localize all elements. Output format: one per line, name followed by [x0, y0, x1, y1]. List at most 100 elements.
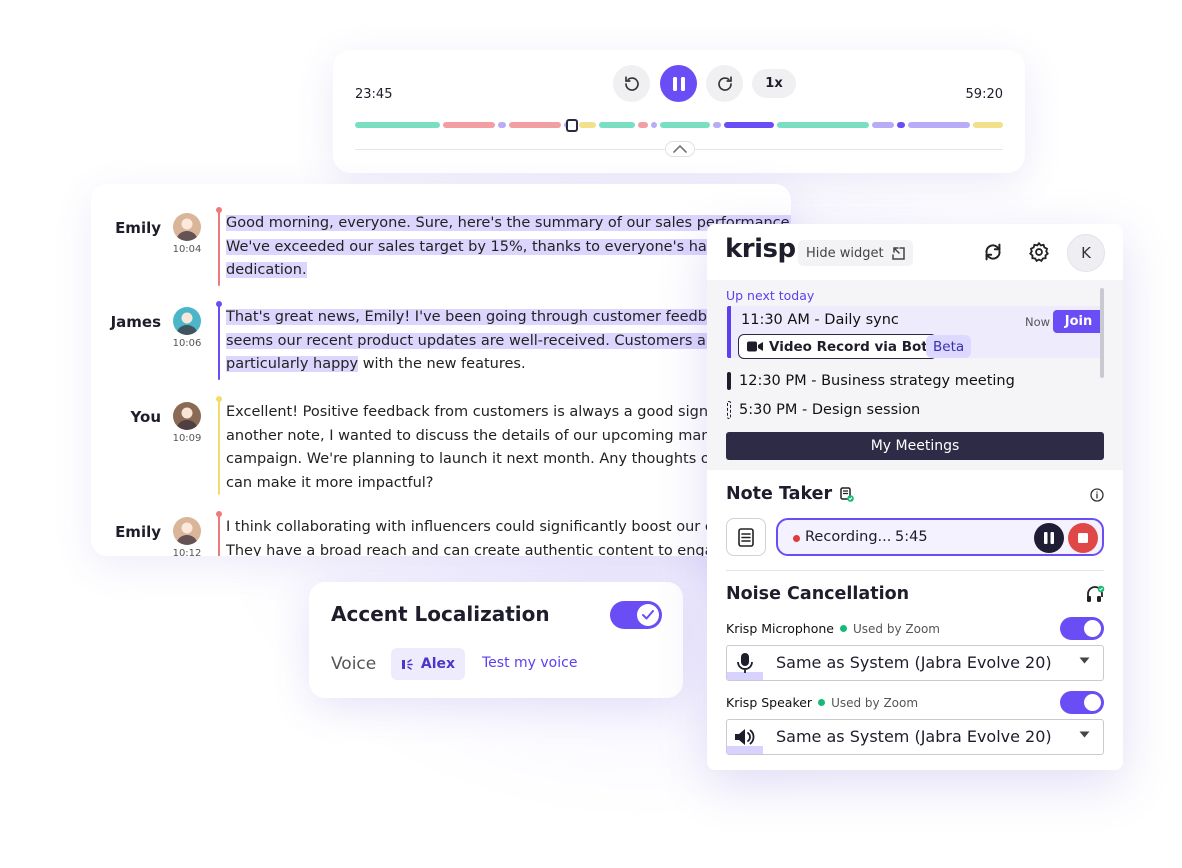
krisp-widget: krisp Hide widget K Up next today 11:30 …: [707, 224, 1123, 770]
forward-button[interactable]: [706, 65, 743, 102]
timeline-segment[interactable]: [651, 122, 657, 128]
toggle-knob: [637, 604, 659, 626]
info-button[interactable]: [1090, 487, 1104, 506]
accent-toggle[interactable]: [610, 601, 662, 629]
info-icon: [1090, 488, 1104, 502]
sync-button[interactable]: [980, 239, 1006, 265]
speaker-avatar: [173, 517, 201, 545]
meeting-marker-tentative: [727, 401, 731, 419]
speaker-toggle[interactable]: [1060, 691, 1104, 714]
video-camera-icon: [747, 341, 763, 352]
total-time: 59:20: [965, 87, 1003, 102]
my-meetings-button[interactable]: My Meetings: [726, 432, 1104, 460]
timeline-segment[interactable]: [443, 122, 495, 128]
toggle-knob: [1084, 620, 1101, 637]
line-text: can make it more impactful?: [226, 474, 434, 491]
voice-selector[interactable]: Alex: [391, 648, 465, 680]
transcript-text[interactable]: I think collaborating with influencers c…: [226, 516, 786, 556]
timeline-segment[interactable]: [973, 122, 1003, 128]
chevron-down-icon: [1079, 731, 1090, 738]
speaker-avatar: [173, 213, 201, 241]
gear-icon: [1029, 241, 1049, 263]
highlighted-text: particularly happy: [226, 356, 359, 372]
transcript-line: particularly happy with the new features…: [226, 353, 786, 377]
note-taker-header: Note Taker: [726, 484, 854, 504]
accent-title: Accent Localization: [331, 602, 550, 626]
rewind-button[interactable]: [613, 65, 650, 102]
mic-device-select[interactable]: Same as System (Jabra Evolve 20): [726, 645, 1104, 681]
timeline-segment[interactable]: [660, 122, 710, 128]
speaker-name: Emily: [115, 219, 161, 237]
speaker-device-value: Same as System (Jabra Evolve 20): [776, 727, 1052, 746]
now-label: Now: [1025, 315, 1051, 329]
bot-label: Video Record via Bot: [769, 338, 928, 355]
transcript-line: can make it more impactful?: [226, 472, 786, 496]
open-notes-button[interactable]: [726, 518, 766, 556]
current-meeting-title: 11:30 AM - Daily sync: [741, 312, 899, 328]
speaker-device-select[interactable]: Same as System (Jabra Evolve 20): [726, 719, 1104, 755]
meeting-marker: [727, 372, 731, 390]
mic-toggle[interactable]: [1060, 617, 1104, 640]
noise-cancellation-title: Noise Cancellation: [726, 584, 910, 604]
test-voice-link[interactable]: Test my voice: [482, 655, 577, 671]
video-record-bot-button[interactable]: Video Record via Bot: [738, 334, 937, 359]
check-icon: [642, 610, 654, 620]
hide-widget-label: Hide widget: [806, 245, 884, 261]
voice-label: Voice: [331, 654, 377, 674]
transcript-text[interactable]: Excellent! Positive feedback from custom…: [226, 401, 786, 495]
mic-used-by: Used by Zoom: [853, 621, 940, 636]
timeline-segment[interactable]: [897, 122, 905, 128]
collapse-button[interactable]: [665, 141, 695, 157]
pause-recording-button[interactable]: [1034, 523, 1064, 553]
timeline-scrubber[interactable]: [566, 119, 578, 132]
pause-button[interactable]: [660, 65, 697, 102]
stop-recording-button[interactable]: [1068, 523, 1098, 553]
timeline-segment[interactable]: [777, 122, 869, 128]
join-button[interactable]: Join: [1053, 310, 1104, 333]
timestamp: 10:04: [172, 244, 202, 255]
timeline-segment[interactable]: [908, 122, 970, 128]
stop-icon: [1078, 533, 1088, 543]
person-icon: [176, 312, 198, 335]
accent-localization-card: Accent Localization Voice Alex Test my v…: [309, 582, 683, 698]
person-icon: [176, 407, 198, 430]
timeline-segment[interactable]: [355, 122, 440, 128]
transcript-panel: Emily 10:04 Good morning, everyone. Sure, …: [91, 184, 791, 556]
meeting-item[interactable]: 12:30 PM - Business strategy meeting: [727, 372, 1015, 390]
krisp-logo: krisp: [725, 234, 796, 264]
hide-widget-button[interactable]: Hide widget: [798, 240, 913, 266]
speaker-marker-line: [218, 514, 220, 556]
transcript-text[interactable]: Good morning, everyone. Sure, here's the…: [226, 212, 791, 283]
transcript-line: That's great news, Emily! I've been goin…: [226, 306, 786, 330]
timeline-segment[interactable]: [713, 122, 721, 128]
playback-speed-button[interactable]: 1x: [752, 69, 796, 98]
user-avatar[interactable]: K: [1067, 234, 1105, 272]
toggle-knob: [1084, 694, 1101, 711]
mic-label: Krisp Microphone: [726, 621, 834, 636]
chevron-down-icon: [1079, 657, 1090, 664]
up-next-label: Up next today: [726, 288, 815, 303]
timeline-segment[interactable]: [498, 122, 506, 128]
timeline-track[interactable]: [355, 119, 1003, 132]
audio-player: 23:45 59:20 1x: [333, 50, 1025, 173]
timeline-segment[interactable]: [509, 122, 561, 128]
settings-button[interactable]: [1026, 239, 1052, 265]
transcript-line: They have a broad reach and can create a…: [226, 540, 786, 557]
meetings-scrollbar[interactable]: [1100, 288, 1104, 378]
mic-status-dot: [840, 625, 847, 632]
current-meeting[interactable]: 11:30 AM - Daily sync Now Join Video Rec…: [727, 306, 1104, 359]
transcript-line: campaign. We're planning to launch it ne…: [226, 448, 786, 472]
transcript-text[interactable]: That's great news, Emily! I've been goin…: [226, 306, 786, 377]
chevron-up-icon: [673, 145, 687, 153]
timeline-segment[interactable]: [724, 122, 774, 128]
timeline-segment[interactable]: [579, 122, 596, 128]
speaker-used-by: Used by Zoom: [831, 695, 919, 710]
line-text: Excellent! Positive feedback from custom…: [226, 404, 738, 420]
meeting-item[interactable]: 5:30 PM - Design session: [727, 401, 920, 419]
voice-name: Alex: [420, 656, 456, 672]
transcript-line: Good morning, everyone. Sure, here's the…: [226, 212, 791, 236]
timeline-segment[interactable]: [872, 122, 894, 128]
timeline-segment[interactable]: [599, 122, 635, 128]
meeting-title: 5:30 PM - Design session: [739, 402, 921, 418]
timeline-segment[interactable]: [638, 122, 648, 128]
